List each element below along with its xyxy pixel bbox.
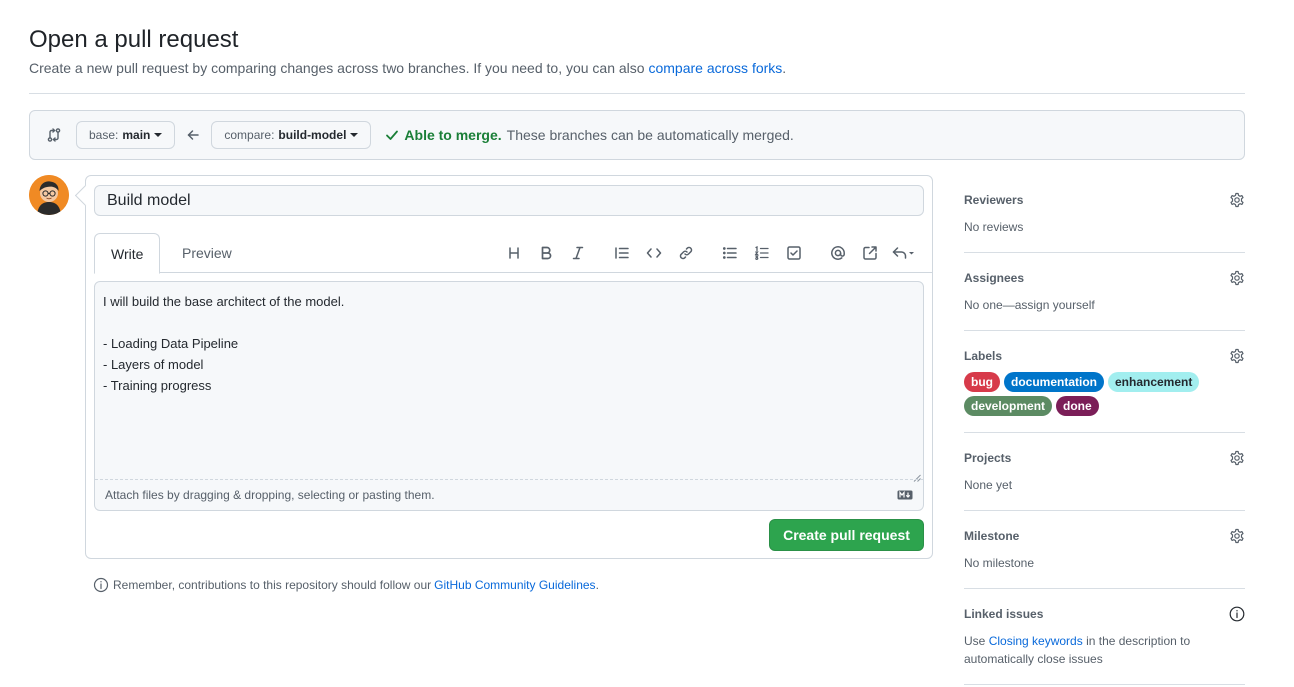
discussion-sidebar: Reviewers No reviews Assignees No one—as…	[964, 188, 1245, 687]
linked-issues-heading: Linked issues	[964, 607, 1044, 621]
page-title: Open a pull request	[29, 26, 239, 53]
milestone-section: Milestone No milestone	[964, 524, 1245, 589]
arrow-left-icon	[187, 129, 200, 141]
heading-icon[interactable]	[498, 241, 530, 265]
milestone-heading[interactable]: Milestone	[964, 524, 1245, 548]
milestone-gear-icon[interactable]	[1229, 528, 1245, 544]
compare-across-forks-link[interactable]: compare across forks	[648, 60, 782, 76]
markdown-toolbar	[498, 241, 922, 265]
assignees-gear-icon[interactable]	[1229, 270, 1245, 286]
body-textarea[interactable]: I will build the base architect of the m…	[95, 282, 923, 480]
compare-branch-name: build-model	[278, 128, 347, 142]
ordered-list-icon[interactable]	[746, 241, 778, 265]
merge-message: These branches can be automatically merg…	[506, 127, 794, 143]
label-documentation[interactable]: documentation	[1004, 372, 1104, 392]
label-bug[interactable]: bug	[964, 372, 1000, 392]
cross-reference-icon[interactable]	[854, 241, 886, 265]
compare-arrows-icon	[46, 127, 62, 143]
closing-keywords-link[interactable]: Closing keywords	[989, 634, 1083, 648]
reviewers-section: Reviewers No reviews	[964, 188, 1245, 253]
editor-tabs: Write Preview	[94, 233, 932, 274]
tab-write[interactable]: Write	[94, 233, 161, 274]
label-development[interactable]: development	[964, 396, 1053, 416]
resize-handle-icon[interactable]	[913, 469, 921, 482]
task-list-icon[interactable]	[778, 241, 810, 265]
branch-range-bar: base: main compare: build-model Able to …	[29, 110, 1245, 160]
caret-down-icon	[154, 133, 163, 137]
code-icon[interactable]	[638, 241, 670, 265]
linked-issues-info-icon[interactable]	[1229, 606, 1245, 622]
tip-text: Remember, contributions to this reposito…	[113, 578, 432, 592]
compare-branch-select[interactable]: compare: build-model	[211, 121, 372, 149]
linked-issues-section: Linked issues Use Closing keywords in th…	[964, 602, 1245, 685]
title-input[interactable]: Build model	[94, 185, 924, 216]
assignees-value[interactable]: No one—assign yourself	[964, 296, 1245, 314]
pull-request-composer: Build model Write Preview I will build t…	[85, 175, 933, 559]
bold-icon[interactable]	[530, 241, 562, 265]
tip-end: .	[595, 578, 599, 592]
subtitle-end: .	[782, 60, 787, 76]
markdown-icon	[897, 490, 913, 500]
caret-down-icon	[350, 133, 359, 137]
attach-files-bar[interactable]: Attach files by dragging & dropping, sel…	[95, 479, 923, 510]
labels-section: Labels bug documentation enhancement dev…	[964, 344, 1245, 433]
projects-section: Projects None yet	[964, 446, 1245, 511]
avatar	[29, 175, 69, 215]
label-done[interactable]: done	[1056, 396, 1099, 416]
label-enhancement[interactable]: enhancement	[1108, 372, 1200, 392]
linked-issues-text-before: Use	[964, 634, 989, 648]
subtitle-text: Create a new pull request by comparing c…	[29, 60, 649, 76]
reply-icon[interactable]	[886, 241, 922, 265]
page-header: Open a pull request Create a new pull re…	[29, 26, 1245, 77]
merge-status: Able to merge.	[385, 127, 502, 143]
page-subtitle: Create a new pull request by comparing c…	[29, 59, 1245, 77]
assignees-heading[interactable]: Assignees	[964, 266, 1245, 290]
reviewers-value: No reviews	[964, 220, 1024, 234]
compare-prefix: compare:	[224, 128, 275, 142]
link-icon[interactable]	[670, 241, 702, 265]
projects-heading[interactable]: Projects	[964, 446, 1245, 470]
community-guidelines-link[interactable]: GitHub Community Guidelines	[434, 578, 595, 592]
unordered-list-icon[interactable]	[714, 241, 746, 265]
tab-preview[interactable]: Preview	[166, 233, 248, 273]
labels-gear-icon[interactable]	[1229, 348, 1245, 364]
header-divider	[29, 93, 1245, 94]
linked-issues-value: Use Closing keywords in the description …	[964, 632, 1245, 668]
assignees-section: Assignees No one—assign yourself	[964, 266, 1245, 331]
milestone-value: No milestone	[964, 556, 1035, 570]
attach-hint: Attach files by dragging & dropping, sel…	[105, 488, 435, 502]
base-branch-name: main	[122, 128, 151, 142]
info-icon	[93, 577, 109, 593]
create-pull-request-button[interactable]: Create pull request	[769, 519, 924, 551]
mention-icon[interactable]	[822, 241, 854, 265]
contribution-tip: Remember, contributions to this reposito…	[93, 577, 599, 593]
base-prefix: base:	[89, 128, 119, 142]
body-editor[interactable]: I will build the base architect of the m…	[94, 281, 924, 511]
projects-value: None yet	[964, 478, 1013, 492]
quote-icon[interactable]	[606, 241, 638, 265]
base-branch-select[interactable]: base: main	[76, 121, 176, 149]
check-icon	[386, 130, 399, 140]
labels-heading[interactable]: Labels	[964, 344, 1245, 368]
reviewers-gear-icon[interactable]	[1229, 192, 1245, 208]
italic-icon[interactable]	[562, 241, 594, 265]
projects-gear-icon[interactable]	[1229, 450, 1245, 466]
reviewers-heading[interactable]: Reviewers	[964, 188, 1245, 212]
label-list: bug documentation enhancement developmen…	[964, 372, 1214, 416]
merge-status-text: Able to merge.	[404, 127, 502, 143]
